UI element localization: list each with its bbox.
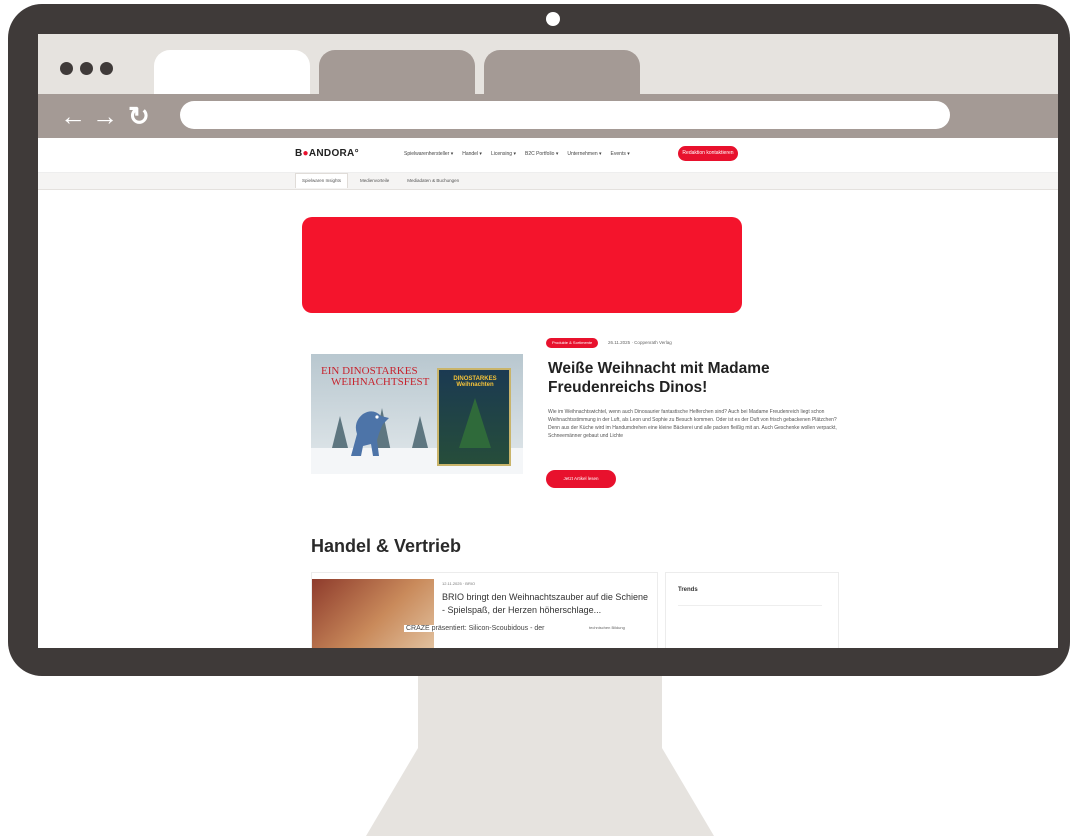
book-cover: DINOSTARKES Weihnachten (437, 368, 511, 466)
browser-tab-bar (38, 34, 1058, 94)
card-meta: 12.11.2025 · BRIO (442, 581, 476, 586)
featured-image[interactable]: EIN DINOSTARKES WEIHNACHTSFEST DINOSTARK… (311, 354, 523, 474)
logo-prefix: B (295, 148, 303, 159)
main-menu: Spielwarenhersteller ▾ Handel ▾ Licensin… (404, 151, 630, 157)
menu-item-spielwarenhersteller[interactable]: Spielwarenhersteller ▾ (404, 151, 453, 157)
book-title: DINOSTARKES Weihnachten (453, 376, 497, 388)
featured-image-title: EIN DINOSTARKES WEIHNACHTSFEST (321, 366, 429, 388)
menu-item-events[interactable]: Events ▾ (611, 151, 630, 157)
image-title-line-2: WEIHNACHTSFEST (331, 376, 430, 388)
read-article-button[interactable]: Jetzt Artikel lesen (546, 470, 616, 488)
article-card[interactable]: 12.11.2025 · BRIO BRIO bringt den Weihna… (311, 572, 658, 648)
subnav-item-medienvorteile[interactable]: Medienvorteile (354, 173, 395, 188)
tree-shape (459, 398, 491, 448)
section-heading: Handel & Vertrieb (311, 536, 462, 556)
reload-icon[interactable]: ↻ (128, 100, 150, 132)
trends-panel: Trends (665, 572, 839, 648)
card-next-snippet: technischen Bildung (587, 625, 627, 630)
article-meta: 26.11.2025 · Coppenrath Verlag (608, 340, 672, 345)
trends-label: Trends (678, 587, 698, 593)
featured-excerpt: Wie im Weihnachtswichtel, wenn auch Dino… (548, 409, 837, 439)
menu-item-unternehmen[interactable]: Unternehmen ▾ (567, 151, 601, 157)
category-tag[interactable]: Produkte & Sortimente (546, 338, 599, 348)
site-logo[interactable]: B●ANDORA° (295, 148, 359, 159)
card-title[interactable]: BRIO bringt den Weihnachtszauber auf die… (442, 591, 652, 617)
webcam-dot (546, 12, 560, 26)
subnav-item-insights[interactable]: Spielwaren Insights (295, 173, 349, 188)
ad-banner[interactable] (302, 217, 742, 313)
window-dot-3[interactable] (100, 62, 113, 75)
browser-window: ← → ↻ B●ANDORA° Spielwarenhersteller ▾ H… (38, 34, 1058, 648)
featured-heading[interactable]: Weiße Weihnacht mit Madame Freudenreichs… (548, 359, 848, 397)
sub-navigation: Spielwaren Insights Medienvorteile Media… (38, 173, 1058, 190)
contact-button[interactable]: Redaktion kontaktieren (678, 146, 738, 161)
dinosaur-illustration (351, 411, 389, 456)
browser-tab-3[interactable] (484, 50, 640, 94)
back-arrow-icon[interactable]: ← (60, 100, 86, 132)
window-dot-2[interactable] (80, 62, 93, 75)
subnav-item-mediadaten[interactable]: Mediadaten & Buchungen (401, 173, 465, 188)
menu-item-licensing[interactable]: Licensing ▾ (491, 151, 516, 157)
menu-item-b2c-portfolio[interactable]: B2C Portfolio ▾ (525, 151, 558, 157)
site-header: B●ANDORA° Spielwarenhersteller ▾ Handel … (38, 138, 1058, 173)
monitor-stand-base (366, 748, 714, 836)
address-bar: ← → ↻ (38, 94, 1058, 138)
browser-tab-2[interactable] (319, 50, 475, 94)
window-dot-1[interactable] (60, 62, 73, 75)
browser-tab-active[interactable] (154, 50, 310, 94)
monitor-bezel: ← → ↻ B●ANDORA° Spielwarenhersteller ▾ H… (8, 4, 1070, 676)
web-page: B●ANDORA° Spielwarenhersteller ▾ Handel … (38, 138, 1058, 648)
monitor-stand-neck (418, 676, 662, 748)
forward-arrow-icon[interactable]: → (92, 100, 118, 132)
url-input[interactable] (180, 101, 950, 129)
logo-rest: ANDORA (308, 148, 355, 159)
card-next-title[interactable]: CRAZE präsentiert: Silicon-Scoubidous - … (404, 625, 547, 632)
logo-mark: ° (354, 148, 359, 159)
article-thumbnail[interactable] (312, 579, 434, 648)
divider (678, 605, 822, 606)
menu-item-handel[interactable]: Handel ▾ (462, 151, 482, 157)
tree-shape (411, 416, 429, 452)
